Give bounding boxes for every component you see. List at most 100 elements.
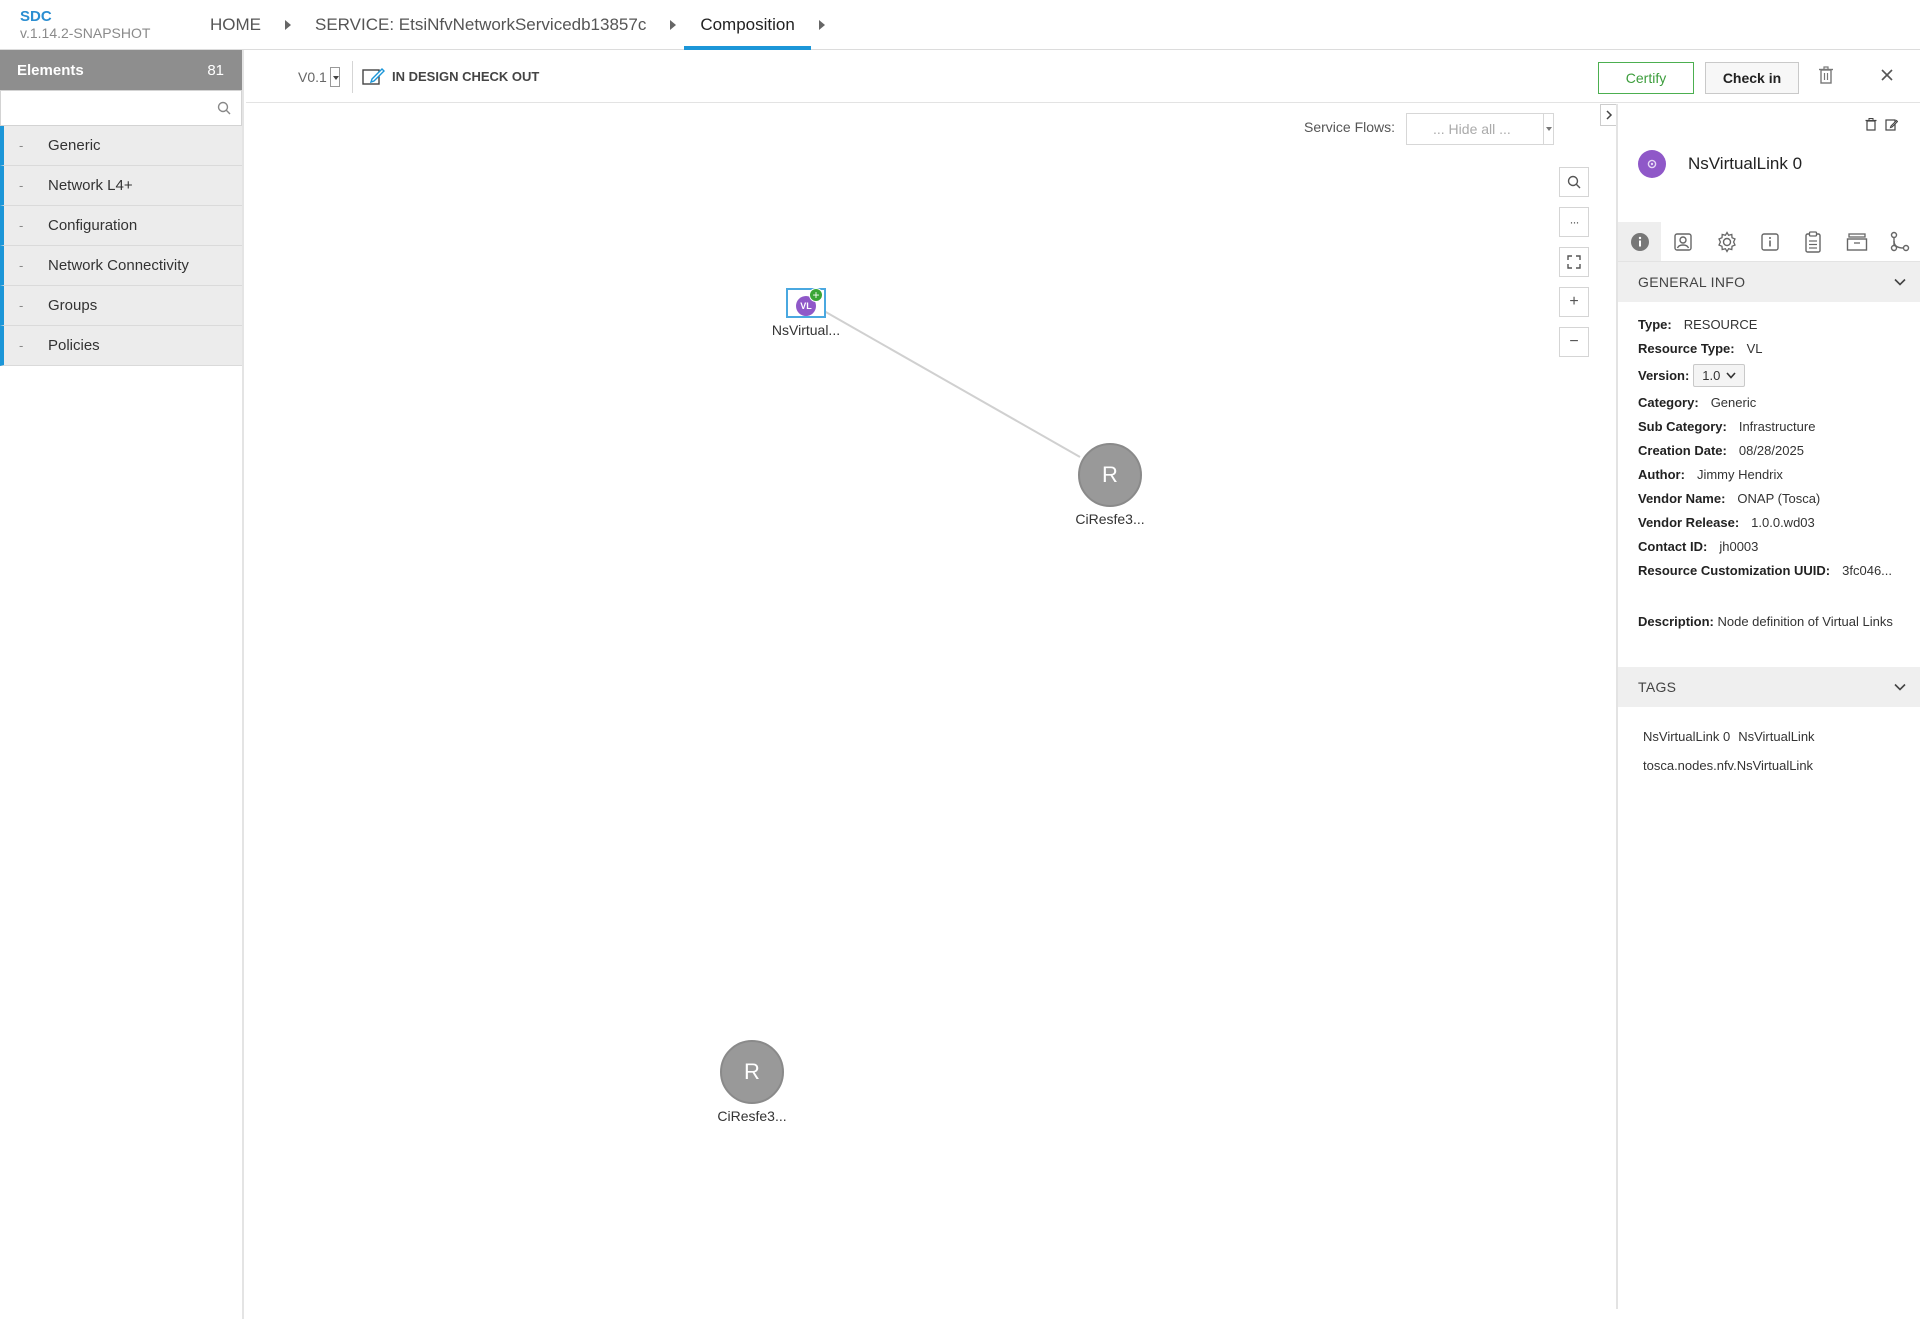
field-label: Version:	[1638, 367, 1690, 383]
component-version-select[interactable]: 1.0	[1693, 363, 1746, 387]
trash-icon[interactable]	[1818, 66, 1834, 89]
info-row-contact-id: Contact ID: jh0003	[1638, 534, 1913, 558]
elements-search-input[interactable]	[1, 91, 201, 125]
certify-button[interactable]: Certify	[1598, 62, 1694, 94]
general-info-section-header[interactable]: GENERAL INFO	[1618, 262, 1920, 302]
field-label: Creation Date:	[1638, 442, 1727, 458]
node-ciresfe-2[interactable]: R	[720, 1040, 784, 1104]
version-dropdown-icon[interactable]	[329, 67, 340, 87]
general-info-list: Type: RESOURCE Resource Type: VL Version: …	[1638, 312, 1913, 582]
toolbar-divider	[352, 61, 353, 93]
composition-toolbar: V0.1 IN DESIGN CHECK OUT Certify Check i…	[246, 51, 1920, 103]
info-row-vendor-name: Vendor Name: ONAP (Tosca)	[1638, 486, 1913, 510]
category-generic[interactable]: - Generic	[0, 126, 242, 166]
category-configuration[interactable]: - Configuration	[0, 206, 242, 246]
category-groups[interactable]: - Groups	[0, 286, 242, 326]
field-label: Contact ID:	[1638, 538, 1708, 554]
close-icon[interactable]	[1880, 68, 1894, 87]
gear-icon	[1717, 230, 1736, 253]
category-network-l4[interactable]: - Network L4+	[0, 166, 242, 206]
app-name: SDC	[20, 8, 52, 25]
node-nsvirtuallink[interactable]: VL +	[786, 288, 826, 318]
canvas-more-button[interactable]: ···	[1559, 207, 1589, 237]
node-ciresfe-1[interactable]: R	[1078, 443, 1142, 507]
delete-icon[interactable]	[1865, 118, 1877, 136]
category-label: Groups	[48, 297, 98, 314]
field-value: Generic	[1710, 394, 1757, 410]
component-title-row: NsVirtualLink 0	[1638, 150, 1802, 178]
tab-artifacts[interactable]	[1792, 222, 1835, 261]
category-policies[interactable]: - Policies	[0, 326, 242, 366]
fit-to-screen-button[interactable]	[1559, 247, 1589, 277]
category-label: Generic	[48, 137, 101, 154]
description-value: Node definition of Virtual Links	[1717, 614, 1893, 629]
checkout-icon	[362, 68, 385, 85]
brand[interactable]: SDC v.1.14.2-SNAPSHOT	[20, 8, 151, 42]
panel-actions	[1865, 118, 1899, 136]
field-value: Jimmy Hendrix	[1696, 466, 1783, 482]
category-label: Network Connectivity	[48, 257, 189, 274]
zoom-in-button[interactable]: +	[1559, 287, 1589, 317]
info-row-resource-type: Resource Type: VL	[1638, 336, 1913, 360]
field-value: 1.0	[1702, 367, 1721, 383]
breadcrumb-home[interactable]: HOME	[194, 0, 277, 50]
add-connection-icon[interactable]: +	[809, 288, 823, 302]
tag-item: NsVirtualLink	[1738, 729, 1815, 744]
elements-count: 81	[207, 61, 224, 79]
tags-section-header[interactable]: TAGS	[1618, 667, 1920, 707]
collapse-marker: -	[19, 218, 24, 233]
breadcrumb-separator-icon	[670, 20, 677, 30]
tab-relations[interactable]	[1879, 222, 1920, 261]
edit-icon[interactable]	[1885, 118, 1899, 136]
breadcrumb-service[interactable]: SERVICE: EtsiNfvNetworkServicedb13857c	[299, 0, 662, 50]
search-icon[interactable]	[217, 101, 231, 120]
elements-search	[0, 90, 242, 126]
relation-icon	[1891, 231, 1910, 251]
canvas-search-button[interactable]	[1559, 167, 1589, 197]
info-row-category: Category: Generic	[1638, 390, 1913, 414]
category-label: Policies	[48, 337, 100, 354]
app-version: v.1.14.2-SNAPSHOT	[20, 25, 151, 41]
info-row-vendor-release: Vendor Release: 1.0.0.wd03	[1638, 510, 1913, 534]
tab-general-info[interactable]	[1618, 222, 1662, 261]
info-row-version: Version: 1.0	[1638, 360, 1913, 390]
field-value: 3fc046...	[1842, 562, 1893, 578]
collapse-marker: -	[19, 138, 24, 153]
user-badge-icon	[1674, 232, 1692, 251]
component-icon	[1638, 150, 1666, 178]
search-icon	[1567, 175, 1581, 189]
field-value: Infrastructure	[1738, 418, 1816, 434]
info-row-sub-category: Sub Category: Infrastructure	[1638, 414, 1913, 438]
category-network-connectivity[interactable]: - Network Connectivity	[0, 246, 242, 286]
elements-panel: Elements 81 - Generic - Network L4+ - Confi…	[0, 50, 244, 1319]
chevron-down-icon	[1726, 371, 1736, 379]
tab-deployment[interactable]	[1661, 222, 1704, 261]
collapse-marker: -	[19, 258, 24, 273]
collapse-marker: -	[19, 178, 24, 193]
tab-properties[interactable]	[1705, 222, 1748, 261]
details-panel: NsVirtualLink 0 GENERAL INFO Type: RESOUR…	[1616, 104, 1920, 1309]
breadcrumb-dropdown-icon[interactable]	[818, 20, 825, 30]
expand-icon	[1567, 255, 1581, 269]
tab-information[interactable]	[1748, 222, 1791, 261]
composition-canvas[interactable]: Service Flows: ... Hide all ... ··· + − …	[246, 104, 1616, 1309]
lifecycle-status: IN DESIGN CHECK OUT	[362, 67, 539, 85]
zoom-out-button[interactable]: −	[1559, 327, 1589, 357]
check-in-button[interactable]: Check in	[1705, 62, 1799, 94]
general-info-title: GENERAL INFO	[1638, 274, 1746, 290]
tab-requirements[interactable]	[1835, 222, 1878, 261]
breadcrumb-composition[interactable]: Composition	[684, 0, 811, 50]
field-label: Resource Type:	[1638, 340, 1735, 356]
field-label: Author:	[1638, 466, 1685, 482]
info-row-customization-uuid: Resource Customization UUID: 3fc046...	[1638, 558, 1913, 582]
version-selector[interactable]: V0.1	[298, 67, 340, 87]
chevron-down-icon	[1894, 683, 1906, 691]
link-line	[823, 310, 1081, 458]
stack-icon	[1846, 232, 1868, 251]
collapse-marker: -	[19, 298, 24, 313]
field-label: Vendor Name:	[1638, 490, 1726, 506]
field-value: ONAP (Tosca)	[1737, 490, 1821, 506]
chevron-down-icon	[1894, 278, 1906, 286]
category-label: Network L4+	[48, 177, 133, 194]
component-title: NsVirtualLink 0	[1688, 154, 1803, 173]
